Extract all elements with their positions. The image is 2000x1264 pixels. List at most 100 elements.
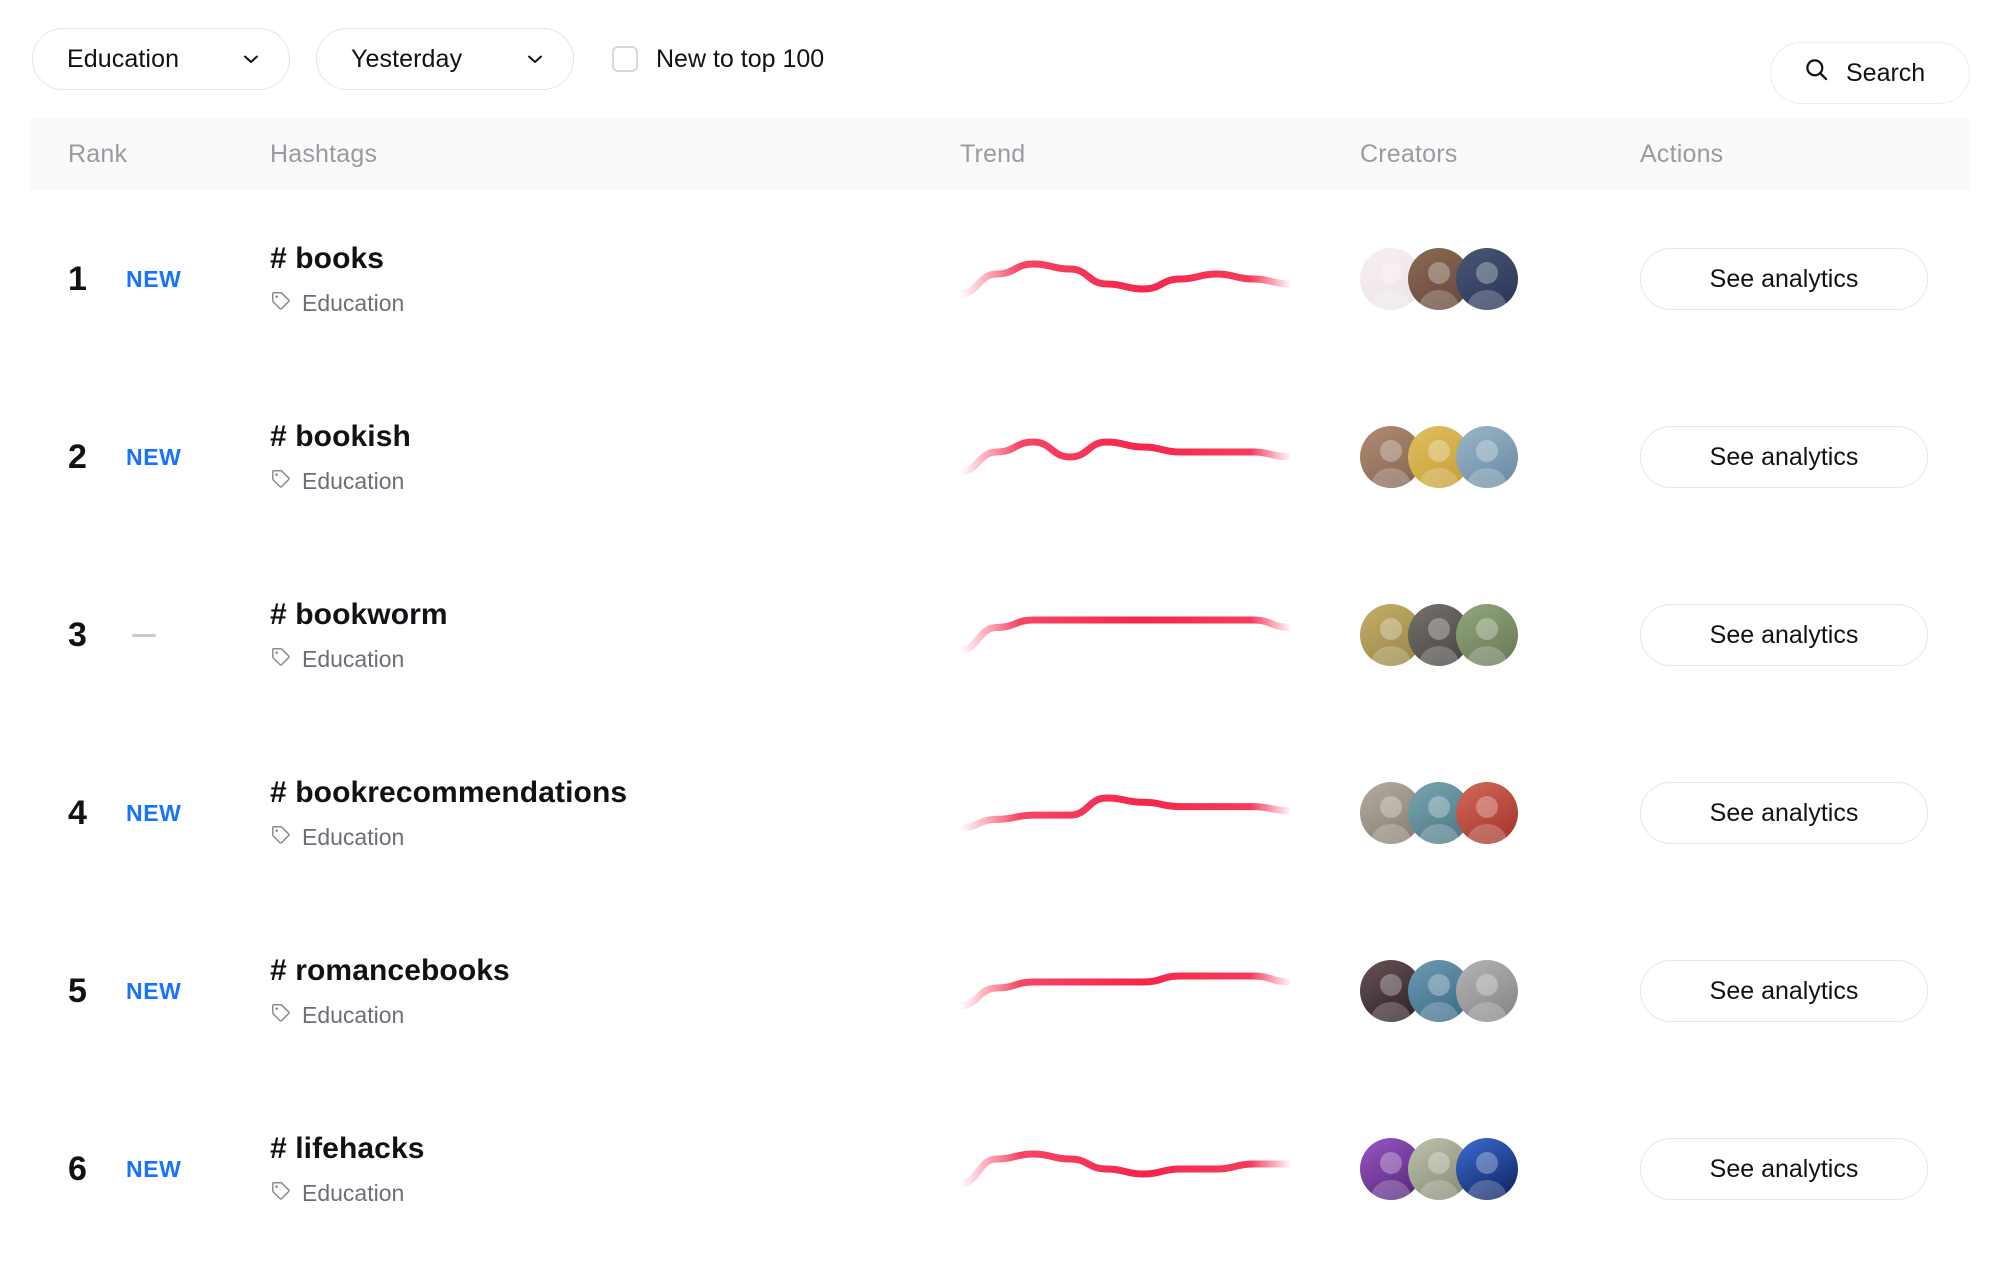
creators-cell[interactable]: [1360, 782, 1640, 844]
rank-cell: 5 NEW: [30, 972, 270, 1011]
see-analytics-button[interactable]: See analytics: [1640, 782, 1928, 844]
table-row[interactable]: 5 NEW # romancebooks Education See analytics: [30, 902, 1970, 1080]
rank-number: 4: [68, 793, 87, 832]
trend-cell: [960, 434, 1360, 480]
see-analytics-button[interactable]: See analytics: [1640, 1138, 1928, 1200]
creators-cell[interactable]: [1360, 1138, 1640, 1200]
column-header-rank: Rank: [68, 139, 128, 168]
search-icon: [1803, 56, 1830, 90]
trend-sparkline: [960, 794, 1290, 832]
trend-cell: [960, 612, 1360, 658]
column-header-trend: Trend: [960, 139, 1026, 168]
hashtag-category-label: Education: [302, 1179, 405, 1206]
category-filter-dropdown[interactable]: Education: [32, 28, 290, 90]
trend-cell: [960, 1146, 1360, 1192]
hashtag-category-label: Education: [302, 823, 405, 850]
avatar[interactable]: [1456, 604, 1518, 666]
trend-sparkline: [960, 438, 1290, 476]
avatar[interactable]: [1456, 426, 1518, 488]
actions-cell: See analytics: [1640, 782, 1970, 844]
hashtag-category-label: Education: [302, 289, 405, 316]
rank-number: 2: [68, 437, 87, 476]
rank-number: 5: [68, 971, 87, 1010]
table-row[interactable]: 2 NEW # bookish Education See analytics: [30, 368, 1970, 546]
hashtag-category-label: Education: [302, 1001, 405, 1028]
avatar[interactable]: [1456, 248, 1518, 310]
hashtag-category: Education: [270, 290, 960, 317]
table-row[interactable]: 4 NEW # bookrecommendations Education See an…: [30, 724, 1970, 902]
avatar[interactable]: [1456, 782, 1518, 844]
checkbox-box-icon[interactable]: [612, 46, 638, 72]
category-filter-value: Education: [67, 44, 180, 73]
trend-sparkline: [960, 260, 1290, 298]
hashtag-name: # bookrecommendations: [270, 775, 628, 809]
table-header-row: Rank Hashtags Trend Creators Actions: [30, 118, 1970, 190]
hashtag-category: Education: [270, 468, 960, 495]
actions-cell: See analytics: [1640, 1138, 1970, 1200]
rank-number: 3: [68, 615, 87, 654]
rank-cell: 3: [30, 616, 270, 655]
search-button-label: Search: [1846, 58, 1926, 87]
tag-icon: [270, 1180, 291, 1207]
new-badge: NEW: [126, 799, 182, 826]
see-analytics-button[interactable]: See analytics: [1640, 426, 1928, 488]
hashtag-category: Education: [270, 1180, 960, 1207]
trend-sparkline: [960, 1150, 1290, 1188]
hashtag-category: Education: [270, 646, 960, 673]
rank-cell: 1 NEW: [30, 260, 270, 299]
table-row[interactable]: 1 NEW # books Education See analytics: [30, 190, 1970, 368]
hashtag-name: # romancebooks: [270, 953, 510, 987]
hashtag-cell[interactable]: # lifehacks Education: [270, 1132, 960, 1207]
table-body: 1 NEW # books Education See analytics 2 NEW # b…: [0, 190, 2000, 1258]
creators-cell[interactable]: [1360, 604, 1640, 666]
table-row[interactable]: 3 # bookworm Education See analytics: [30, 546, 1970, 724]
rank-number: 6: [68, 1149, 87, 1188]
new-to-top-100-label: New to top 100: [656, 44, 825, 73]
filter-bar: Education Yesterday New to top 100 Searc…: [0, 0, 2000, 118]
hashtag-cell[interactable]: # romancebooks Education: [270, 954, 960, 1029]
tag-icon: [270, 468, 291, 495]
see-analytics-button[interactable]: See analytics: [1640, 248, 1928, 310]
creators-cell[interactable]: [1360, 248, 1640, 310]
tag-icon: [270, 824, 291, 851]
rank-cell: 4 NEW: [30, 794, 270, 833]
period-filter-value: Yesterday: [351, 44, 463, 73]
creators-cell[interactable]: [1360, 426, 1640, 488]
hashtag-cell[interactable]: # bookish Education: [270, 420, 960, 495]
hashtag-cell[interactable]: # bookworm Education: [270, 598, 960, 673]
hashtag-name: # lifehacks: [270, 1131, 425, 1165]
hashtag-name: # books: [270, 241, 385, 275]
period-filter-dropdown[interactable]: Yesterday: [316, 28, 574, 90]
column-header-hashtags: Hashtags: [270, 139, 378, 168]
creators-cell[interactable]: [1360, 960, 1640, 1022]
rank-cell: 6 NEW: [30, 1150, 270, 1189]
hashtag-cell[interactable]: # bookrecommendations Education: [270, 776, 960, 851]
hashtag-category-label: Education: [302, 467, 405, 494]
hashtag-cell[interactable]: # books Education: [270, 242, 960, 317]
chevron-down-icon: [523, 47, 547, 71]
hashtag-category: Education: [270, 1002, 960, 1029]
tag-icon: [270, 646, 291, 673]
new-to-top-100-checkbox[interactable]: New to top 100: [612, 45, 824, 74]
new-badge: NEW: [126, 1155, 182, 1182]
hashtag-name: # bookworm: [270, 597, 448, 631]
hashtag-category-label: Education: [302, 645, 405, 672]
tag-icon: [270, 290, 291, 317]
hashtag-name: # bookish: [270, 419, 411, 453]
avatar[interactable]: [1456, 960, 1518, 1022]
new-badge: NEW: [126, 265, 182, 292]
table-row[interactable]: 6 NEW # lifehacks Education See analytics: [30, 1080, 1970, 1258]
actions-cell: See analytics: [1640, 604, 1970, 666]
trend-sparkline: [960, 972, 1290, 1010]
new-badge: NEW: [126, 443, 182, 470]
see-analytics-button[interactable]: See analytics: [1640, 960, 1928, 1022]
avatar[interactable]: [1456, 1138, 1518, 1200]
actions-cell: See analytics: [1640, 426, 1970, 488]
actions-cell: See analytics: [1640, 960, 1970, 1022]
trend-cell: [960, 968, 1360, 1014]
see-analytics-button[interactable]: See analytics: [1640, 604, 1928, 666]
trend-cell: [960, 256, 1360, 302]
search-button[interactable]: Search: [1770, 42, 1970, 104]
chevron-down-icon: [239, 47, 263, 71]
hashtag-trends-page: Education Yesterday New to top 100 Searc…: [0, 0, 2000, 1264]
